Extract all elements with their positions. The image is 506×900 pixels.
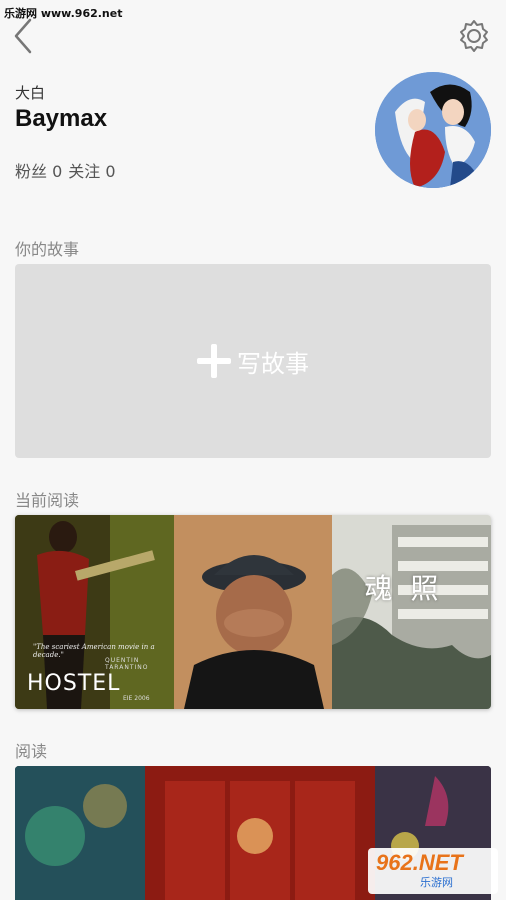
book-cover-crying[interactable] [173, 515, 333, 709]
section-title-your-stories: 你的故事 [15, 240, 80, 259]
book-cover-soul[interactable]: 魂照 [332, 515, 491, 709]
section-title-read: 阅读 [15, 742, 48, 761]
following-link[interactable]: 关注 0 [68, 158, 115, 182]
profile-nickname: 大白 [15, 84, 46, 102]
section-title-currently-reading: 当前阅读 [15, 491, 80, 510]
book-cover-art [332, 515, 491, 709]
write-story-label: 写故事 [237, 349, 309, 378]
following-label: 关注 [68, 162, 101, 181]
watermark-main-text: 962.NET [376, 850, 463, 875]
soul-title: 魂照 [364, 572, 457, 605]
hostel-date: EIE 2006 [123, 695, 150, 702]
fans-label: 粉丝 [15, 162, 48, 181]
profile-stats: 粉丝 0 关注 0 [15, 158, 116, 182]
plus-icon [197, 344, 231, 378]
back-button[interactable] [8, 16, 38, 56]
fans-link[interactable]: 粉丝 0 [15, 158, 62, 182]
watermark-logo: 962.NET 乐游网 [368, 848, 498, 894]
avatar[interactable] [375, 72, 491, 188]
avatar-illustration [375, 72, 491, 188]
settings-button[interactable] [455, 17, 493, 55]
book-cover-art [173, 515, 333, 709]
book-cover-hostel[interactable]: "The scariest American movie in a decade… [15, 515, 174, 709]
current-reading-list: "The scariest American movie in a decade… [15, 515, 491, 709]
watermark-sub-text: 乐游网 [420, 876, 453, 889]
chevron-left-icon [14, 18, 32, 54]
write-story-button[interactable]: 写故事 [15, 264, 491, 458]
profile-username: Baymax [15, 105, 108, 132]
fans-count: 0 [52, 162, 63, 181]
following-count: 0 [105, 162, 116, 181]
hostel-title: HOSTEL [27, 671, 121, 696]
hostel-presenter: QUENTIN TARANTINO [105, 657, 149, 671]
gear-icon [460, 20, 488, 52]
